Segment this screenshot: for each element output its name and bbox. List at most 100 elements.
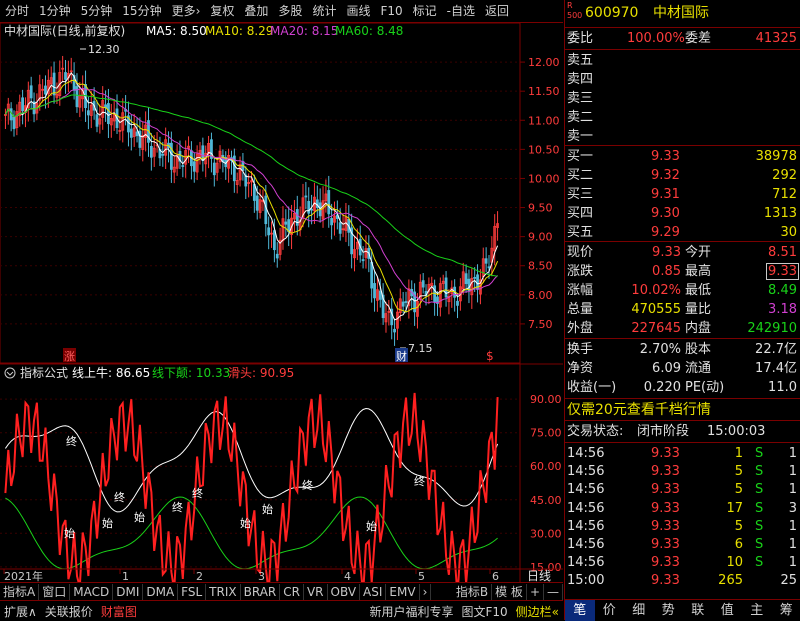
ask-row: 卖四 [565,70,800,89]
indicator-main-line [5,393,497,583]
bid-price: 9.33 [651,147,680,166]
bid-volume: 38978 [756,147,797,166]
toolbar-item-13[interactable]: 返回 [480,0,514,22]
stat-value: 10.02% [631,281,681,300]
tick-side: S [755,517,763,536]
stat-value: 8.49 [768,281,797,300]
period-label[interactable]: 日线 [527,569,551,583]
weibi-value: 100.00% [627,29,685,48]
candle-body [311,209,313,210]
indicator-tab-9[interactable]: VR [304,584,328,600]
bottom-left-item-2[interactable]: 财富图 [97,603,141,620]
indicator-tab-17[interactable]: — [544,584,563,600]
quote-tab-4[interactable]: 联 [683,600,713,621]
toolbar-item-11[interactable]: 标记 [408,0,442,22]
toolbar-item-5[interactable]: 复权 [205,0,239,22]
ma20-label: MA20: 8.15 [270,24,338,38]
quote-tab-0[interactable]: 笔 [565,600,595,621]
tick-side: S [755,553,763,572]
toolbar-item-8[interactable]: 统计 [307,0,341,22]
dollar-marker[interactable]: $ [486,349,494,363]
indicator-tab-3[interactable]: DMI [113,584,143,600]
candle-body [465,274,467,284]
indicator-marker-mark_zhong: 终 [302,478,313,492]
quote-tab-5[interactable]: 值 [713,600,743,621]
indicator-tab-8[interactable]: CR [280,584,304,600]
stock-code[interactable]: 600970 [585,4,638,23]
indicator-tab-16[interactable]: + [527,584,544,600]
tick-row: 14:569.335S1 [565,462,800,481]
indicator-marker-mark_zhong: 终 [192,486,203,500]
indicator-tab-1[interactable]: 窗口 [39,584,70,600]
bottom-left-item-1[interactable]: 关联报价 [41,603,97,620]
stat-value: 0.220 [644,378,681,397]
indicator-tab-15[interactable]: 模 板 [492,584,527,600]
indicator-tab-2[interactable]: MACD [70,584,113,600]
bottom-right-item-0[interactable]: 新用户福利专享 [365,603,457,620]
quote-tab-2[interactable]: 细 [624,600,654,621]
bid-row: 买三9.31712 [565,185,800,204]
kline-chart-area[interactable]: 12.0011.5011.0010.5010.009.509.008.508.0… [0,23,563,620]
indicator-collapse-icon[interactable] [5,368,15,378]
price-tick-label: 12.00 [528,56,560,69]
toolbar-item-4[interactable]: 更多› [167,0,206,22]
toolbar-item-2[interactable]: 5分钟 [76,0,118,22]
bottom-right-item-2[interactable]: 侧边栏« [512,603,563,620]
candle-body [44,86,46,94]
candle-body [445,278,447,297]
tick-row: 15:009.3326525 [565,571,800,590]
toolbar-item-3[interactable]: 15分钟 [117,0,166,22]
indicator-tab-10[interactable]: OBV [328,584,361,600]
quote-tab-3[interactable]: 势 [654,600,684,621]
indicator-marker-mark_zhong: 终 [172,500,183,514]
indicator-title[interactable]: 指标公式 [20,365,68,380]
bid-price: 9.31 [651,185,680,204]
tick-row: 14:569.335S1 [565,480,800,499]
candlesticks [4,56,498,346]
bid-row: 买一9.3338978 [565,147,800,166]
toolbar-item-9[interactable]: 画线 [341,0,375,22]
stat-value: 3.18 [768,300,797,319]
stat-value: 2.70% [640,340,681,359]
toolbar-item-0[interactable]: 分时 [0,0,34,22]
candle-body [474,277,476,278]
tick-volume: 5 [735,462,743,481]
quote-tab-6[interactable]: 主 [742,600,772,621]
indicator-tab-14[interactable]: 指标B [453,584,492,600]
toolbar-item-7[interactable]: 多股 [273,0,307,22]
indicator-line3-label: 滑头: 90.95 [228,366,294,380]
indicator-tab-11[interactable]: ASI [360,584,386,600]
toolbar-item-10[interactable]: F10 [375,0,407,22]
kline-chart-svg[interactable]: 12.0011.5011.0010.5010.009.509.008.508.0… [0,23,563,583]
indicator-tab-4[interactable]: DMA [143,584,178,600]
stock-name[interactable]: 中材国际 [653,4,709,23]
ma60-label: MA60: 8.48 [335,24,403,38]
bottom-left-item-0[interactable]: 扩展∧ [0,603,41,620]
candle-body [107,103,109,123]
tick-row: 14:569.3317S3 [565,499,800,518]
promo-text[interactable]: 仅需20元查看千档行情 [567,401,711,420]
indicator-tab-12[interactable]: EMV [386,584,419,600]
indicator-tab-5[interactable]: FSL [178,584,206,600]
indicator-tab-6[interactable]: TRIX [206,584,240,600]
indicator-marker-mark_shi: 始 [240,516,251,530]
toolbar-item-12[interactable]: -自选 [442,0,480,22]
price-tick-label: 10.50 [528,143,560,156]
indicator-tab-13[interactable]: › [420,584,432,600]
r-badge-top: R [567,1,573,10]
promo-row[interactable]: 仅需20元查看千档行情 [565,401,800,420]
stat-label: 外盘 [567,319,593,338]
quote-tab-1[interactable]: 价 [595,600,625,621]
tick-volume: 265 [718,571,743,590]
indicator-tab-0[interactable]: 指标A [0,584,39,600]
stat-value: 6.09 [652,359,681,378]
candle-body [422,281,424,287]
bottom-right-item-1[interactable]: 图文F10 [457,603,511,620]
quote-tab-7[interactable]: 筹 [772,600,800,621]
indicator-tab-7[interactable]: BRAR [241,584,281,600]
toolbar-item-6[interactable]: 叠加 [239,0,273,22]
indicator-tick-label: 60.00 [530,460,562,473]
toolbar-item-1[interactable]: 1分钟 [34,0,76,22]
indicator-tick-label: 90.00 [530,393,562,406]
indicator-marker-mark_shi: 始 [134,510,145,524]
